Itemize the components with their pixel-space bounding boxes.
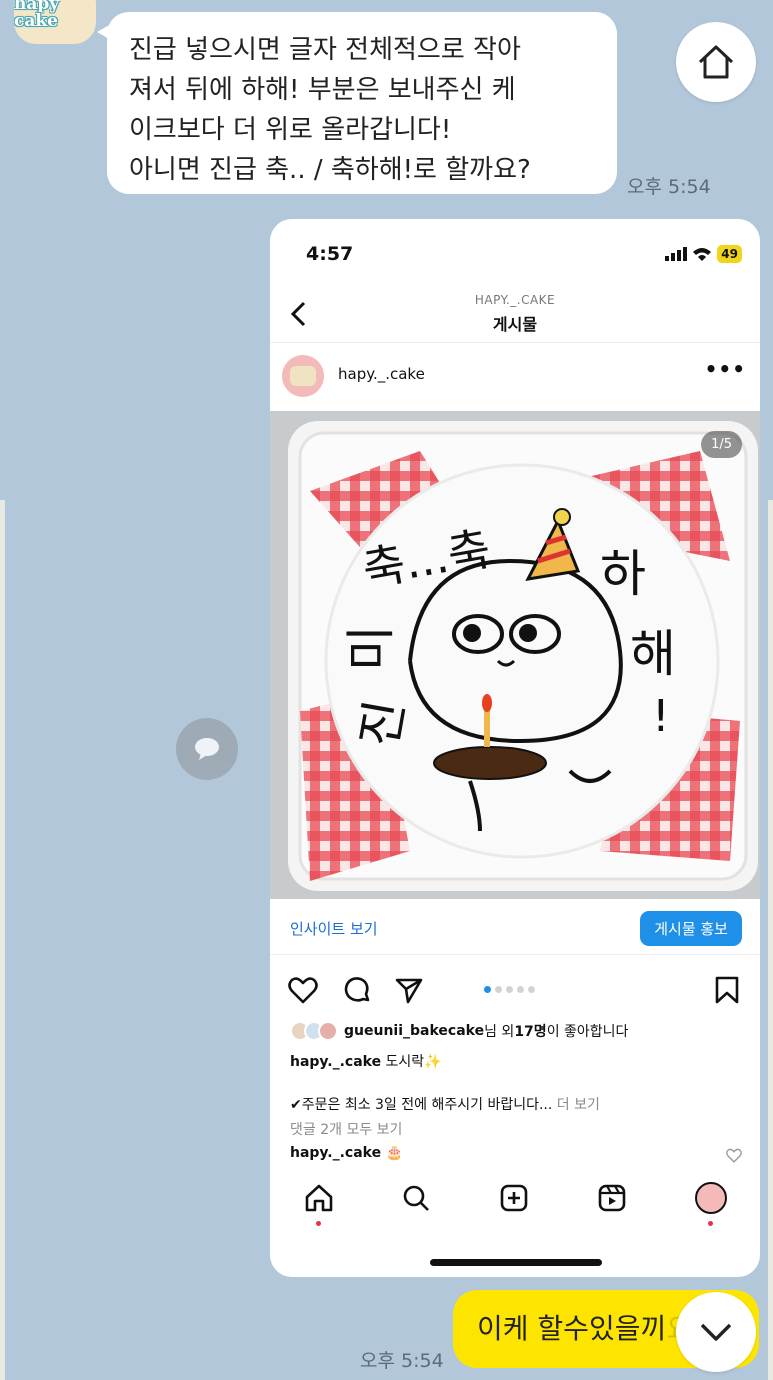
outgoing-timestamp: 오후 5:54 bbox=[360, 1350, 444, 1372]
message-line: 이크보다 더 위로 올라갑니다! bbox=[129, 115, 452, 145]
comment-user[interactable]: hapy._.cake bbox=[290, 1145, 381, 1161]
carousel-dots bbox=[484, 986, 535, 993]
likes-count[interactable]: 17명 bbox=[514, 1021, 546, 1041]
share-shortcut-button[interactable] bbox=[176, 718, 238, 780]
message-line: 져서 뒤에 하해! 부분은 보내주신 케 bbox=[129, 75, 516, 105]
battery-badge: 49 bbox=[717, 245, 742, 263]
wifi-icon bbox=[693, 248, 712, 261]
signal-icon bbox=[665, 247, 688, 261]
right-edge-strip bbox=[768, 500, 773, 1380]
post-photo[interactable]: 축...축 하 해 ! 미 진 1/5 bbox=[270, 411, 760, 899]
plus-square-icon bbox=[500, 1184, 528, 1212]
nav-account-label: HAPY._.CAKE bbox=[474, 293, 556, 307]
see-more-link[interactable]: 더 보기 bbox=[557, 1097, 600, 1113]
search-icon bbox=[403, 1185, 429, 1211]
left-edge-strip bbox=[0, 500, 5, 1380]
insight-row: 인사이트 보기 게시물 홍보 bbox=[270, 899, 760, 955]
heart-icon bbox=[288, 977, 318, 1004]
home-indicator bbox=[430, 1259, 602, 1266]
status-time: 4:57 bbox=[306, 243, 354, 265]
outgoing-text: 이케 할수있을끼 bbox=[477, 1312, 667, 1345]
speech-bubble-icon bbox=[195, 738, 219, 760]
incoming-timestamp: 오후 5:54 bbox=[627, 176, 711, 198]
post-header: hapy._.cake ••• bbox=[270, 353, 760, 401]
share-button[interactable] bbox=[392, 973, 426, 1007]
reels-icon bbox=[598, 1184, 626, 1212]
home-icon bbox=[698, 45, 734, 79]
instagram-tab-bar bbox=[270, 1167, 760, 1227]
image-counter: 1/5 bbox=[701, 431, 742, 458]
view-comments-link[interactable]: 댓글 2개 모두 보기 bbox=[290, 1119, 402, 1139]
liker-avatar bbox=[318, 1021, 338, 1041]
view-insights-link[interactable]: 인사이트 보기 bbox=[290, 918, 378, 939]
cake-word-right-3: ! bbox=[652, 691, 670, 742]
shared-instagram-screenshot[interactable]: 4:57 49 HAPY._.CAKE 게시물 hapy._.cake ••• bbox=[270, 219, 760, 1277]
notice-text: ✔주문은 최소 3일 전에 해주시기 바랍니다... bbox=[290, 1097, 553, 1113]
caption-text: 도시락✨ bbox=[385, 1054, 442, 1070]
tab-reels[interactable] bbox=[595, 1181, 629, 1215]
cake-word-right-2: 해 bbox=[630, 625, 676, 683]
likes-user[interactable]: gueunii_bakecake bbox=[344, 1023, 484, 1039]
tab-search[interactable] bbox=[399, 1181, 433, 1215]
caption: hapy._.cake 도시락✨ bbox=[290, 1051, 442, 1071]
message-line: 아니면 진급 축.. / 축하해!로 할까요? bbox=[129, 155, 531, 185]
status-bar: 4:57 49 bbox=[270, 241, 760, 271]
incoming-message-bubble[interactable]: 진급 넣으시면 글자 전체적으로 작아 져서 뒤에 하해! 부분은 보내주신 케… bbox=[97, 12, 617, 194]
nav-title: 게시물 bbox=[492, 315, 538, 334]
cake-word-right-1: 하 bbox=[600, 545, 646, 603]
home-icon bbox=[305, 1184, 333, 1212]
profile-tab-avatar bbox=[695, 1182, 727, 1214]
comment-like-heart-icon[interactable] bbox=[726, 1148, 742, 1163]
tab-create[interactable] bbox=[497, 1181, 531, 1215]
sender-logo: hapy cake bbox=[14, 0, 60, 31]
tab-profile[interactable] bbox=[694, 1181, 728, 1215]
likes-text-2: 이 좋아합니다 bbox=[546, 1024, 629, 1040]
scroll-down-button[interactable] bbox=[676, 1292, 756, 1372]
caption-user[interactable]: hapy._.cake bbox=[290, 1054, 381, 1070]
more-options-icon[interactable]: ••• bbox=[705, 357, 746, 381]
profile-avatar[interactable] bbox=[282, 355, 324, 397]
likes-text-1: 님 외 bbox=[484, 1024, 515, 1040]
promote-post-button[interactable]: 게시물 홍보 bbox=[640, 911, 742, 946]
save-button[interactable] bbox=[710, 973, 744, 1007]
send-icon bbox=[395, 978, 423, 1004]
like-button[interactable] bbox=[286, 973, 320, 1007]
likes-summary[interactable]: gueunii_bakecake 님 외 17명 이 좋아합니다 bbox=[290, 1019, 746, 1043]
post-username[interactable]: hapy._.cake bbox=[338, 365, 425, 383]
notice-line: ✔주문은 최소 3일 전에 해주시기 바랍니다... 더 보기 bbox=[290, 1094, 600, 1114]
cake-word-left-1: 미 bbox=[342, 625, 400, 671]
comment-preview: hapy._.cake 🎂 bbox=[290, 1145, 403, 1161]
post-actions bbox=[270, 969, 760, 1009]
post-nav-bar: HAPY._.CAKE 게시물 bbox=[270, 287, 760, 343]
comment-text: 🎂 bbox=[385, 1145, 403, 1161]
comment-icon bbox=[344, 977, 370, 1002]
comment-button[interactable] bbox=[340, 973, 374, 1007]
message-line: 진급 넣으시면 글자 전체적으로 작아 bbox=[129, 35, 521, 65]
home-button[interactable] bbox=[676, 22, 756, 102]
chevron-down-icon bbox=[700, 1323, 732, 1341]
sender-avatar[interactable]: hapy cake bbox=[14, 0, 96, 44]
bookmark-icon bbox=[715, 976, 739, 1004]
tab-home[interactable] bbox=[302, 1181, 336, 1215]
cake-illustration: 축...축 하 해 ! 미 진 bbox=[270, 411, 760, 899]
